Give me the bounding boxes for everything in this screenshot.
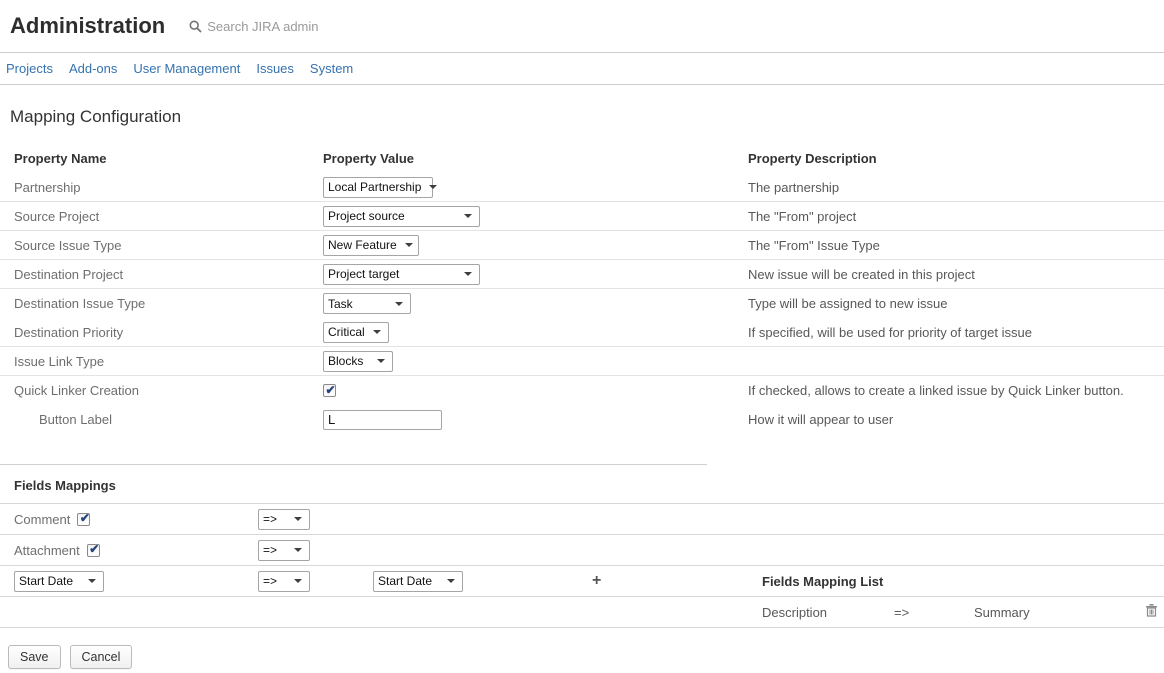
mapping-target: Summary — [974, 605, 1128, 620]
table-row: Source Issue Type New Feature The "From"… — [0, 231, 1164, 260]
comment-checkbox[interactable]: ✔ — [77, 513, 90, 526]
property-name: Button Label — [14, 412, 323, 427]
col-header-property-value: Property Value — [323, 151, 748, 166]
table-row: Description => Summary — [0, 597, 1164, 628]
mapping-source: Description — [762, 605, 894, 620]
check-icon: ✔ — [325, 384, 335, 396]
properties-table-header: Property Name Property Value Property De… — [0, 143, 1164, 173]
button-label-input[interactable] — [323, 410, 442, 430]
table-row: Button Label How it will appear to user — [0, 405, 1164, 434]
property-name: Source Project — [14, 209, 323, 224]
source-issue-type-select[interactable]: New Feature — [323, 235, 419, 256]
source-field-select[interactable]: Start Date — [14, 571, 104, 592]
search-input[interactable] — [207, 19, 367, 34]
col-header-property-name: Property Name — [14, 151, 323, 166]
table-row: Attachment ✔ => — [0, 535, 1164, 566]
property-description: If checked, allows to create a linked is… — [748, 383, 1164, 398]
nav-item-system[interactable]: System — [310, 61, 353, 76]
chevron-down-icon — [294, 517, 302, 521]
check-icon: ✔ — [80, 512, 90, 524]
source-project-select[interactable]: Project source — [323, 206, 480, 227]
chevron-down-icon — [88, 579, 96, 583]
nav-item-addons[interactable]: Add-ons — [69, 61, 117, 76]
cancel-button[interactable]: Cancel — [70, 645, 133, 669]
table-row: Destination Priority Critical If specifi… — [0, 318, 1164, 347]
table-row: Start Date => Start Date + Fields Mappin… — [0, 566, 1164, 597]
property-description: If specified, will be used for priority … — [748, 325, 1164, 340]
property-description: The partnership — [748, 180, 1164, 195]
property-name: Destination Priority — [14, 325, 323, 340]
table-row: Destination Project Project target New i… — [0, 260, 1164, 289]
page-heading: Administration — [10, 13, 165, 39]
attachment-checkbox[interactable]: ✔ — [87, 544, 100, 557]
destination-project-select[interactable]: Project target — [323, 264, 480, 285]
nav-item-projects[interactable]: Projects — [6, 61, 53, 76]
property-name: Destination Issue Type — [14, 296, 323, 311]
property-description: Type will be assigned to new issue — [748, 296, 1164, 311]
table-row: Comment ✔ => — [0, 504, 1164, 535]
mapping-arrow: => — [894, 605, 974, 620]
destination-priority-select[interactable]: Critical — [323, 322, 389, 343]
chevron-down-icon — [429, 185, 437, 189]
chevron-down-icon — [373, 330, 381, 334]
table-row: Partnership Local Partnership The partne… — [0, 173, 1164, 202]
property-name: Source Issue Type — [14, 238, 323, 253]
admin-header: Administration — [0, 0, 1164, 53]
fields-mapping-list-title: Fields Mapping List — [748, 574, 1164, 589]
chevron-down-icon — [464, 214, 472, 218]
destination-issue-type-select[interactable]: Task — [323, 293, 411, 314]
quick-linker-checkbox[interactable]: ✔ — [323, 384, 336, 397]
search-icon — [189, 20, 202, 33]
table-row: Quick Linker Creation ✔ If checked, allo… — [0, 376, 1164, 405]
form-actions: Save Cancel — [8, 645, 1164, 669]
property-name: Partnership — [14, 180, 323, 195]
chevron-down-icon — [464, 272, 472, 276]
property-description: The "From" project — [748, 209, 1164, 224]
property-description: New issue will be created in this projec… — [748, 267, 1164, 282]
table-row: Source Project Project source The "From"… — [0, 202, 1164, 231]
nav-item-user-management[interactable]: User Management — [133, 61, 240, 76]
col-header-property-description: Property Description — [748, 151, 1164, 166]
check-icon: ✔ — [89, 543, 99, 555]
comment-label: Comment — [14, 512, 70, 527]
admin-search[interactable] — [189, 19, 367, 34]
mapping-arrow-select[interactable]: => — [258, 571, 310, 592]
trash-icon — [1145, 603, 1158, 622]
property-name: Destination Project — [14, 267, 323, 282]
issue-link-type-select[interactable]: Blocks — [323, 351, 393, 372]
chevron-down-icon — [294, 579, 302, 583]
chevron-down-icon — [395, 302, 403, 306]
attachment-arrow-select[interactable]: => — [258, 540, 310, 561]
chevron-down-icon — [377, 359, 385, 363]
page-title: Mapping Configuration — [10, 107, 1164, 127]
plus-icon[interactable]: + — [578, 572, 748, 590]
chevron-down-icon — [294, 548, 302, 552]
fields-mappings-section: Fields Mappings — [0, 465, 1164, 504]
table-row: Issue Link Type Blocks — [0, 347, 1164, 376]
comment-arrow-select[interactable]: => — [258, 509, 310, 530]
chevron-down-icon — [405, 243, 413, 247]
delete-mapping-button[interactable] — [1128, 603, 1158, 622]
admin-nav: Projects Add-ons User Management Issues … — [0, 53, 1164, 85]
property-name: Issue Link Type — [14, 354, 323, 369]
mapping-list-row: Description => Summary — [748, 603, 1164, 622]
target-field-select[interactable]: Start Date — [373, 571, 463, 592]
partnership-select[interactable]: Local Partnership — [323, 177, 433, 198]
nav-item-issues[interactable]: Issues — [256, 61, 294, 76]
fields-mappings-title: Fields Mappings — [14, 478, 116, 493]
properties-table: Property Name Property Value Property De… — [0, 143, 1164, 434]
property-description: How it will appear to user — [748, 412, 1164, 427]
attachment-label: Attachment — [14, 543, 80, 558]
property-description: The "From" Issue Type — [748, 238, 1164, 253]
save-button[interactable]: Save — [8, 645, 61, 669]
property-name: Quick Linker Creation — [14, 383, 323, 398]
chevron-down-icon — [447, 579, 455, 583]
table-row: Destination Issue Type Task Type will be… — [0, 289, 1164, 318]
